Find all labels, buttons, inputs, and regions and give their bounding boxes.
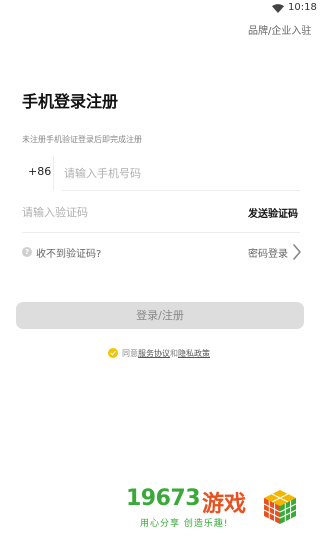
verify-code-row: 发送验证码 xyxy=(22,199,300,225)
brand-entry-link[interactable]: 品牌/企业入驻 xyxy=(248,22,311,37)
agree-checkbox-icon[interactable] xyxy=(108,348,118,358)
page-title: 手机登录注册 xyxy=(22,92,119,111)
cube-logo-icon xyxy=(263,490,297,524)
agree-prefix: 同意 xyxy=(122,348,138,358)
status-time: 10:18 xyxy=(288,2,317,13)
watermark-slogan: 用心分享 创造乐趣! xyxy=(140,519,229,529)
status-bar: 10:18 xyxy=(0,0,320,16)
watermark-number: 19673 xyxy=(126,486,201,511)
agree-and: 和 xyxy=(170,348,178,358)
service-agreement-link[interactable]: 服务协议 xyxy=(138,348,170,359)
no-code-help-link[interactable]: ? 收不到验证码? xyxy=(22,244,101,260)
verify-code-underline xyxy=(22,232,300,233)
question-icon: ? xyxy=(22,247,32,257)
country-code-divider xyxy=(53,156,54,191)
register-hint: 未注册手机验证登录后即完成注册 xyxy=(22,135,142,144)
phone-row: +86 xyxy=(22,156,300,191)
verify-code-input[interactable] xyxy=(22,201,222,223)
site-watermark: 19673 游戏 用心分享 创造乐趣! xyxy=(126,486,301,532)
wifi-icon xyxy=(272,4,284,13)
password-login-link[interactable]: 密码登录 xyxy=(248,243,302,261)
watermark-name: 游戏 xyxy=(202,492,247,517)
login-register-button[interactable]: 登录/注册 xyxy=(16,302,304,329)
privacy-policy-link[interactable]: 隐私政策 xyxy=(178,348,210,359)
no-code-label: 收不到验证码? xyxy=(36,248,102,260)
phone-input[interactable] xyxy=(64,162,294,184)
password-login-label: 密码登录 xyxy=(248,248,288,260)
phone-underline xyxy=(62,190,300,191)
country-code-selector[interactable]: +86 xyxy=(28,165,51,178)
agreement-row: 同意 服务协议 和 隐私政策 xyxy=(108,346,210,360)
chevron-right-icon xyxy=(293,244,301,260)
send-code-button[interactable]: 发送验证码 xyxy=(248,205,298,220)
